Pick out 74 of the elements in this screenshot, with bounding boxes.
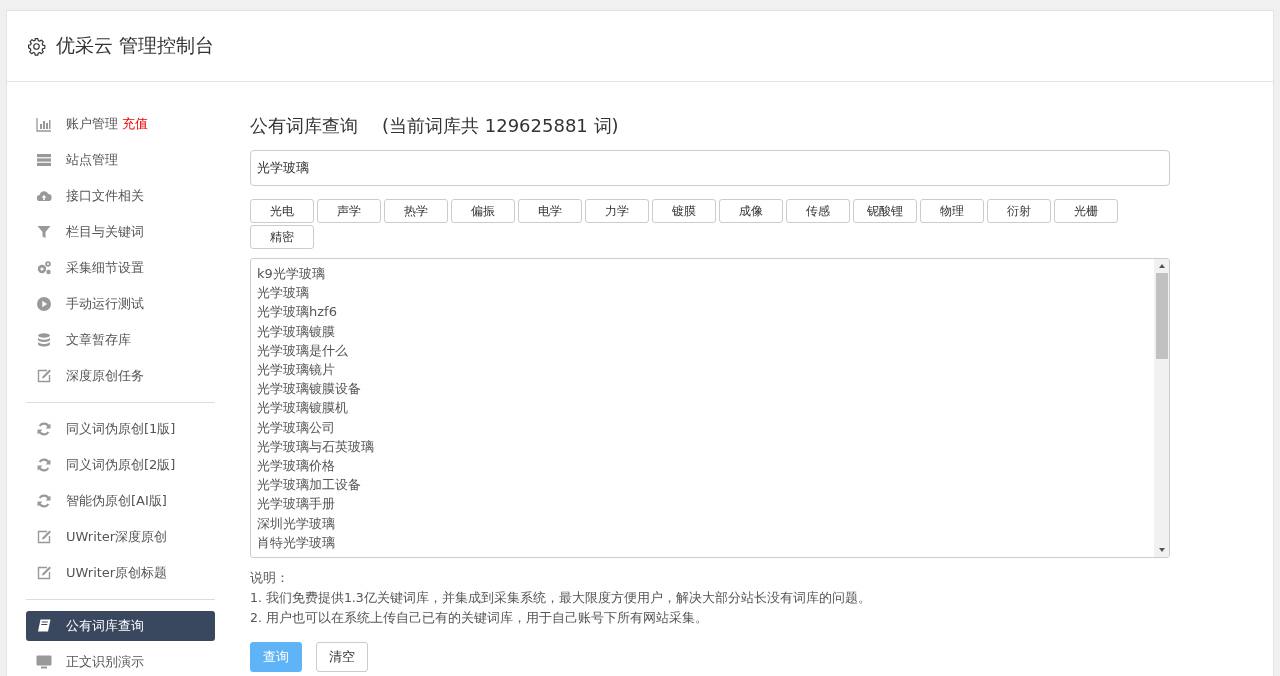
results-list[interactable]: k9光学玻璃 光学玻璃 光学玻璃hzf6 光学玻璃镀膜 光学玻璃是什么 光学玻璃镜片 光学玻璃镀膜设备 光学玻璃镀膜机 光学玻璃公司 光学玻璃与石英玻璃 光学玻璃价格 光学玻璃加工设备 光学玻璃手册 深圳光学玻璃 肖特光学玻璃 (250, 258, 1170, 558)
sidebar-item[interactable]: 采集细节设置 (26, 250, 215, 286)
tag-button[interactable]: 力学 (585, 199, 649, 223)
result-entry: k9光学玻璃 (257, 265, 326, 283)
bar-chart-icon (36, 116, 52, 132)
console-title: 优采云 管理控制台 (56, 33, 215, 58)
word-count-note: (当前词库共 129625881 词) (382, 114, 619, 138)
result-entry: 光学玻璃 (257, 284, 310, 303)
tag-button[interactable]: 热学 (384, 199, 448, 223)
edit-icon (36, 565, 52, 581)
gears-icon (36, 260, 52, 276)
tag-button[interactable]: 精密 (250, 225, 314, 249)
result-entry: 光学玻璃hzf6 (257, 303, 338, 322)
play-icon (36, 296, 52, 312)
database-icon (36, 332, 52, 348)
clear-button[interactable]: 清空 (316, 642, 368, 672)
book-icon (36, 618, 52, 634)
server-icon (36, 152, 52, 168)
notes-heading: 说明： (250, 569, 290, 587)
tag-button[interactable]: 光电 (250, 199, 314, 223)
result-entry: 光学玻璃镀膜设备 (257, 380, 362, 399)
result-entry: 光学玻璃是什么 (257, 341, 349, 360)
tag-button[interactable]: 物理 (920, 199, 984, 223)
tag-button[interactable]: 衍射 (987, 199, 1051, 223)
search-field[interactable]: 光学玻璃 (250, 150, 1170, 186)
sidebar-item[interactable]: 正文识别演示 (26, 644, 215, 676)
result-entry: 光学玻璃加工设备 (257, 476, 362, 495)
monitor-icon (36, 654, 52, 670)
edit-icon (36, 368, 52, 384)
result-entry: 光学玻璃镀膜机 (257, 399, 349, 418)
result-entry: 光学玻璃手册 (257, 495, 336, 514)
scrollbar[interactable] (1154, 259, 1169, 557)
recharge-link[interactable]: 充值 (122, 115, 148, 133)
result-entry: 光学玻璃与石英玻璃 (257, 437, 375, 456)
sidebar-item[interactable]: 文章暂存库 (26, 322, 215, 358)
result-entry: 光学玻璃镀膜 (257, 322, 336, 341)
sidebar-item[interactable]: 同义词伪原创[2版] (26, 447, 215, 483)
refresh-icon (36, 421, 52, 437)
result-entry: 深圳光学玻璃 (257, 514, 336, 533)
refresh-icon (36, 457, 52, 473)
sidebar-item[interactable]: UWriter深度原创 (26, 519, 215, 555)
tag-button[interactable]: 声学 (317, 199, 381, 223)
sidebar-item[interactable]: 接口文件相关 (26, 178, 215, 214)
tag-button[interactable]: 光栅 (1054, 199, 1118, 223)
result-entry: 光学玻璃价格 (257, 457, 336, 476)
sidebar-item[interactable]: 智能伪原创[AI版] (26, 483, 215, 519)
result-entry: 肖特光学玻璃 (257, 533, 336, 552)
tag-button[interactable]: 偏振 (451, 199, 515, 223)
cloud-upload-icon (36, 188, 52, 204)
scroll-up-icon[interactable] (1157, 263, 1166, 269)
page-title: 公有词库查询 (250, 114, 358, 138)
sidebar-item[interactable]: 手动运行测试 (26, 286, 215, 322)
filter-icon (36, 224, 52, 240)
note-text: 2. 用户也可以在系统上传自己已有的关键词库，用于自己账号下所有网站采集。 (250, 609, 709, 627)
sidebar-item[interactable]: UWriter原创标题 (26, 555, 215, 591)
sidebar-item[interactable]: 同义词伪原创[1版] (26, 411, 215, 447)
tag-button[interactable]: 电学 (518, 199, 582, 223)
tag-button[interactable]: 成像 (719, 199, 783, 223)
result-entry: 光学玻璃公司 (257, 418, 336, 437)
edit-icon (36, 529, 52, 545)
sidebar-item[interactable]: 栏目与关键词 (26, 214, 215, 250)
settings-icon (27, 36, 46, 56)
tag-button[interactable]: 传感 (786, 199, 850, 223)
note-text: 1. 我们免费提供1.3亿关键词库，并集成到采集系统，最大限度方便用户，解决大部分站长没有词库的问题。 (250, 589, 872, 607)
sidebar-item[interactable]: 深度原创任务 (26, 358, 215, 394)
refresh-icon (36, 493, 52, 509)
result-entry: 光学玻璃镜片 (257, 361, 336, 379)
tag-button[interactable]: 铌酸锂 (853, 199, 917, 223)
sidebar-item[interactable]: 账户管理 充值 (26, 106, 215, 142)
scroll-thumb[interactable] (1155, 273, 1168, 359)
scroll-down-icon[interactable] (1157, 547, 1166, 553)
sidebar-item[interactable]: 站点管理 (26, 142, 215, 178)
sidebar-item[interactable]: 公有词库查询 (26, 611, 215, 641)
tag-button[interactable]: 镀膜 (652, 199, 716, 223)
